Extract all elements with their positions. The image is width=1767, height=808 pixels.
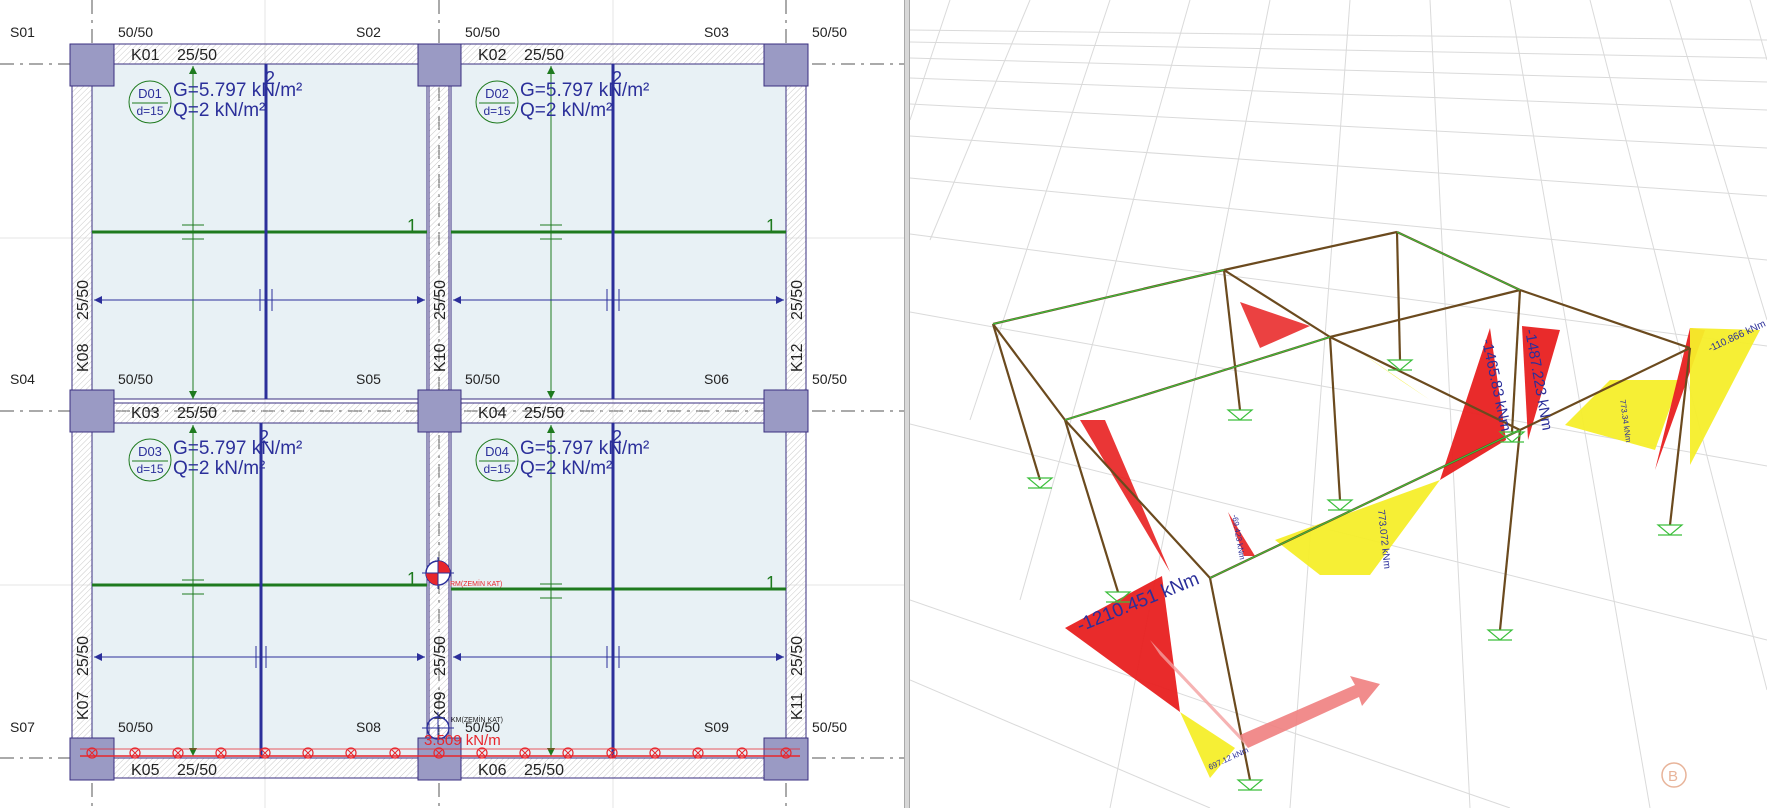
slab-dead-load: G=5.797 kN/m² xyxy=(520,80,649,101)
stage: 1 1 1 1 2 2 2 2 D01 d=15 G=5.797 kN/m² Q… xyxy=(0,0,1767,808)
column-id: S06 xyxy=(704,371,729,387)
beam-section: 25/50 xyxy=(524,405,564,422)
slab-id: D01 xyxy=(138,86,162,101)
slab-live-load: Q=2 kN/m² xyxy=(173,100,265,121)
column-id: S04 xyxy=(10,371,35,387)
slab-thickness: d=15 xyxy=(483,104,510,118)
beam-section: 25/50 xyxy=(177,762,217,779)
line-load-label: 3.509 kN/m xyxy=(424,732,501,749)
column-s09[interactable] xyxy=(763,737,809,781)
beam-section: 25/50 xyxy=(75,280,92,320)
beam-section: 25/50 xyxy=(524,762,564,779)
plan-drawing[interactable]: 1 1 1 1 2 2 2 2 D01 d=15 G=5.797 kN/m² Q… xyxy=(0,0,904,808)
column-id: S09 xyxy=(704,719,729,735)
beam-id: K10 xyxy=(432,343,449,372)
beam-id: K04 xyxy=(478,405,507,422)
slab-thickness: d=15 xyxy=(483,462,510,476)
beam-section: 25/50 xyxy=(524,47,564,64)
axis-label-1: 1 xyxy=(407,569,417,589)
slab-id: D02 xyxy=(485,86,509,101)
beam-id: K08 xyxy=(75,343,92,372)
column-s05[interactable] xyxy=(417,389,462,433)
column-section: 50/50 xyxy=(465,371,500,387)
slab-id: D03 xyxy=(138,444,162,459)
load-direction-arrow xyxy=(1150,640,1380,748)
slab-live-load: Q=2 kN/m² xyxy=(520,458,612,479)
slab-live-load: Q=2 kN/m² xyxy=(173,458,265,479)
column-id: S07 xyxy=(10,719,35,735)
moment-negative-left-column xyxy=(1080,420,1170,572)
beam-id: K02 xyxy=(478,47,507,64)
column-id: S02 xyxy=(356,24,381,40)
slab-dead-load: G=5.797 kN/m² xyxy=(173,80,302,101)
column-section: 50/50 xyxy=(812,371,847,387)
column-s07[interactable] xyxy=(69,737,115,781)
beam-id: K01 xyxy=(131,47,160,64)
beam-id: K06 xyxy=(478,762,507,779)
moment-label: -69.423 kNm xyxy=(1230,514,1247,561)
slab-live-load: Q=2 kN/m² xyxy=(520,100,612,121)
slab-thickness: d=15 xyxy=(136,462,163,476)
beam-section: 25/50 xyxy=(177,47,217,64)
beam-section: 25/50 xyxy=(789,280,806,320)
beam-section: 25/50 xyxy=(75,636,92,676)
column-section: 50/50 xyxy=(118,371,153,387)
column-s06[interactable] xyxy=(763,389,809,433)
column-section: 50/50 xyxy=(812,24,847,40)
column-section: 50/50 xyxy=(118,719,153,735)
column-section: 50/50 xyxy=(118,24,153,40)
slab-dead-load: G=5.797 kN/m² xyxy=(173,438,302,459)
beam-id: K07 xyxy=(75,691,92,720)
beam-id: K09 xyxy=(432,691,449,720)
column-id: S03 xyxy=(704,24,729,40)
column-id: S01 xyxy=(10,24,35,40)
column-s03[interactable] xyxy=(763,43,809,87)
beam-id: K03 xyxy=(131,405,160,422)
column-s01[interactable] xyxy=(69,43,115,87)
moment-negative-back-top xyxy=(1240,302,1310,348)
mass-center-label: KM(ZEMİN KAT) xyxy=(451,715,503,724)
beam-section: 25/50 xyxy=(432,280,449,320)
beam-section: 25/50 xyxy=(177,405,217,422)
column-id: S08 xyxy=(356,719,381,735)
beam-section: 25/50 xyxy=(789,636,806,676)
column-section: 50/50 xyxy=(465,24,500,40)
axis-marker: B xyxy=(1661,762,1687,788)
axis-marker-label: B xyxy=(1668,768,1678,785)
beam-id: K11 xyxy=(789,693,806,720)
3d-view[interactable]: -1210.451 kNm -1465.83 kNm -1487.223 kNm… xyxy=(909,0,1767,808)
moment-positive-right-end xyxy=(1690,328,1760,465)
slab-id: D04 xyxy=(485,444,509,459)
column-s02[interactable] xyxy=(417,43,462,87)
axis-label-1: 1 xyxy=(766,573,776,593)
axis-label-1: 1 xyxy=(407,216,417,236)
beam-id: K12 xyxy=(789,343,806,372)
axis-label-1: 1 xyxy=(766,216,776,236)
moment-diagrams xyxy=(1065,302,1760,778)
column-s04[interactable] xyxy=(69,389,115,433)
beam-id: K05 xyxy=(131,762,160,779)
beam-section: 25/50 xyxy=(432,636,449,676)
rigidity-center-label: RM(ZEMİN KAT) xyxy=(450,579,502,588)
3d-model-drawing[interactable]: -1210.451 kNm -1465.83 kNm -1487.223 kNm… xyxy=(909,0,1767,808)
plan-view[interactable]: 1 1 1 1 2 2 2 2 D01 d=15 G=5.797 kN/m² Q… xyxy=(0,0,904,808)
slab-thickness: d=15 xyxy=(136,104,163,118)
column-id: S05 xyxy=(356,371,381,387)
frame-highlights xyxy=(992,231,1521,579)
moment-positive-mid xyxy=(1275,480,1440,575)
slab-dead-load: G=5.797 kN/m² xyxy=(520,438,649,459)
column-section: 50/50 xyxy=(812,719,847,735)
